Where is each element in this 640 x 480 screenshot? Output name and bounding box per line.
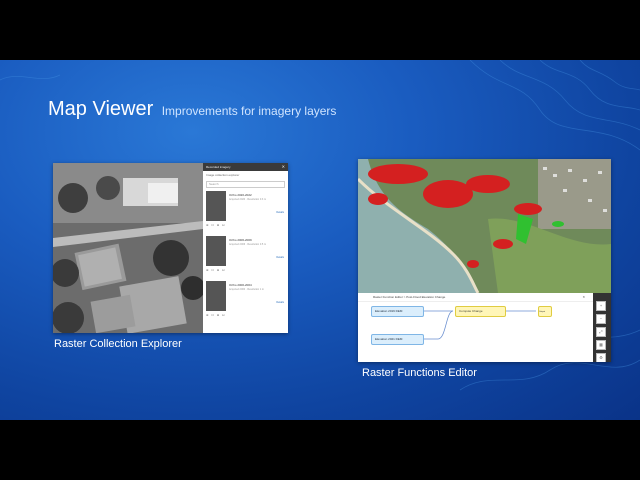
- input-node-elevation-2019[interactable]: Elevation 2019 DEM: [371, 306, 424, 317]
- item-tool-icons[interactable]: ⊕ ⊡ ⊞ ⊟: [206, 268, 226, 272]
- title-subtitle: Improvements for imagery layers: [161, 104, 337, 118]
- details-link[interactable]: Details: [276, 256, 284, 259]
- fit-view-icon[interactable]: ⤢: [596, 327, 606, 337]
- caption-raster-functions-editor: Raster Functions Editor: [362, 367, 477, 379]
- item-meta: Acquired 2006 · Resolution 0.5 m: [229, 243, 267, 246]
- item-name: Ortho 2000-2004: [229, 283, 252, 287]
- search-input[interactable]: Search: [206, 181, 285, 188]
- details-link[interactable]: Details: [276, 211, 284, 214]
- close-icon[interactable]: ✕: [582, 293, 585, 301]
- raster-collection-explorer-screenshot: Recorded imagery ✕ Image collection expl…: [53, 163, 288, 333]
- panel-subtitle: Image collection explorer: [206, 173, 240, 177]
- title-main: Map Viewer: [48, 98, 154, 120]
- zoom-out-icon[interactable]: −: [596, 314, 606, 324]
- item-name: Ortho 2006-2009: [229, 238, 252, 242]
- list-item[interactable]: Ortho 2000-2004 Acquired 2000 · Resoluti…: [206, 281, 286, 321]
- layout-icon[interactable]: ▦: [596, 340, 606, 350]
- zoom-in-icon[interactable]: +: [596, 301, 606, 311]
- output-node-label: Output: [539, 311, 546, 313]
- collection-explorer-panel: Recorded imagery ✕ Image collection expl…: [203, 163, 288, 333]
- item-tool-icons[interactable]: ⊕ ⊡ ⊞ ⊟: [206, 223, 226, 227]
- panel-title: Recorded imagery: [206, 165, 231, 169]
- slide-title: Map Viewer Improvements for imagery laye…: [48, 98, 336, 121]
- list-item[interactable]: Ortho 2006-2009 Acquired 2006 · Resoluti…: [206, 236, 286, 276]
- letterbox-bottom: [0, 420, 640, 480]
- output-node[interactable]: Output: [538, 306, 552, 317]
- close-icon[interactable]: ✕: [282, 163, 285, 171]
- settings-icon[interactable]: ⚙: [596, 353, 606, 362]
- function-node-compute-change[interactable]: Compute Change: [455, 306, 506, 317]
- thumbnail-image: [206, 236, 226, 266]
- item-meta: Acquired 2020 · Resolution 0.3 m: [229, 198, 267, 201]
- list-item[interactable]: Ortho 2020-2022 Acquired 2020 · Resoluti…: [206, 191, 286, 231]
- coastal-aerial-image: [358, 159, 611, 293]
- editor-side-toolbar: + − ⤢ ▦ ⚙: [596, 301, 608, 362]
- item-meta: Acquired 2000 · Resolution 1 m: [229, 288, 265, 291]
- presentation-slide: Map Viewer Improvements for imagery laye…: [0, 60, 640, 420]
- editor-title: Raster Function Editor > Post-Flood Elev…: [373, 295, 446, 299]
- item-tool-icons[interactable]: ⊕ ⊡ ⊞ ⊟: [206, 313, 226, 317]
- letterbox-top: [0, 0, 640, 60]
- thumbnail-image: [206, 281, 226, 311]
- grayscale-aerial-image: [53, 163, 203, 333]
- input-node-elevation-2021[interactable]: Elevation 2021 DEM: [371, 334, 424, 345]
- raster-function-editor-panel: Raster Function Editor > Post-Flood Elev…: [358, 293, 593, 362]
- item-name: Ortho 2020-2022: [229, 193, 252, 197]
- raster-functions-editor-screenshot: Raster Function Editor > Post-Flood Elev…: [358, 159, 611, 362]
- thumbnail-image: [206, 191, 226, 221]
- panel-header: Recorded imagery ✕: [203, 163, 288, 171]
- details-link[interactable]: Details: [276, 301, 284, 304]
- caption-raster-collection-explorer: Raster Collection Explorer: [54, 338, 182, 350]
